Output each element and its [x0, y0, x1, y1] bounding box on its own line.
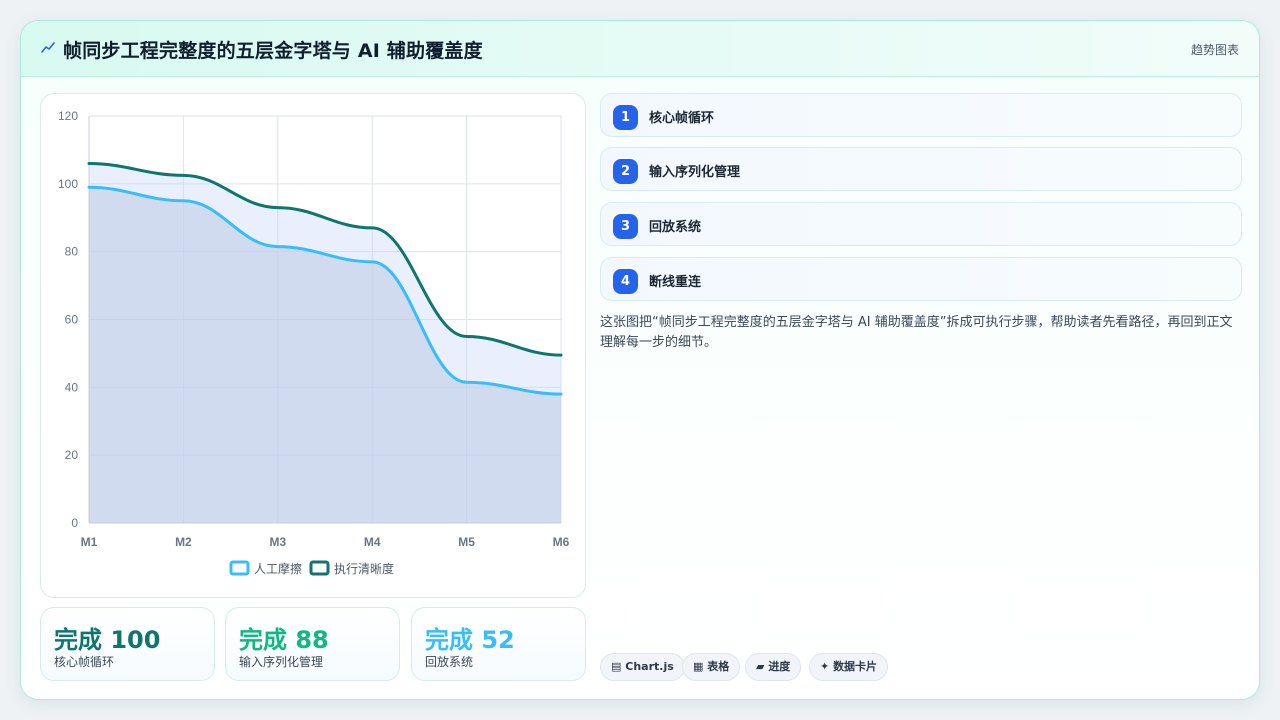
- stat-value: 完成 52: [425, 626, 515, 654]
- chip-table[interactable]: ▦ 表格: [682, 653, 741, 681]
- page-title: 帧同步工程完整度的五层金字塔与 AI 辅助覆盖度: [63, 40, 483, 62]
- legend-label-2: 执行清晰度: [334, 561, 394, 576]
- chip-data-card[interactable]: ✦ 数据卡片: [809, 653, 889, 681]
- chip-label: 进度: [768, 660, 791, 673]
- step-number-badge: 3: [613, 214, 638, 239]
- step-label: 回放系统: [649, 220, 702, 235]
- step-label: 断线重连: [649, 275, 702, 290]
- y-tick-label: 100: [58, 177, 78, 191]
- chip-progress[interactable]: ▰ 进度: [745, 653, 802, 681]
- chip-label: 表格: [707, 660, 730, 673]
- sparkle-icon: ✦: [820, 660, 830, 673]
- y-tick-label: 20: [65, 448, 79, 462]
- description-text: 这张图把“帧同步工程完整度的五层金字塔与 AI 辅助覆盖度”拆成可执行步骤，帮助…: [600, 315, 1233, 350]
- step-item-3[interactable]: 3 回放系统: [600, 202, 1242, 246]
- y-tick-label: 120: [58, 109, 78, 123]
- area-chart: 0 20 40 60 80 100 120 M1 M2 M3 M4 M5 M6 人工摩擦 执行清晰度: [58, 109, 570, 576]
- x-tick-label: M1: [81, 535, 98, 549]
- x-tick-label: M2: [175, 535, 192, 549]
- x-tick-label: M4: [364, 535, 381, 549]
- step-label: 输入序列化管理: [649, 165, 741, 180]
- step-label: 核心帧循环: [649, 111, 715, 126]
- chip-chartjs[interactable]: ▤ Chart.js: [600, 653, 685, 681]
- step-number-badge: 4: [613, 269, 638, 294]
- card-header: 帧同步工程完整度的五层金字塔与 AI 辅助覆盖度 趋势图表: [21, 21, 1259, 77]
- y-tick-label: 60: [65, 313, 79, 327]
- stat-label: 核心帧循环: [54, 655, 115, 669]
- table-icon: ▦: [693, 660, 704, 673]
- y-tick-label: 80: [65, 245, 79, 259]
- x-tick-label: M6: [553, 535, 570, 549]
- step-item-1[interactable]: 1 核心帧循环: [600, 93, 1242, 137]
- stat-card-2: 完成 88 输入序列化管理: [225, 607, 400, 681]
- x-tick-label: M3: [269, 535, 286, 549]
- stat-card-3: 完成 52 回放系统: [411, 607, 586, 681]
- legend-swatch-1: [229, 560, 250, 576]
- progress-icon: ▰: [756, 660, 765, 673]
- stat-card-1: 完成 100 核心帧循环: [40, 607, 215, 681]
- y-tick-label: 40: [65, 380, 79, 394]
- stat-label: 回放系统: [425, 655, 474, 669]
- step-number-badge: 1: [613, 105, 638, 130]
- legend-label-1: 人工摩擦: [254, 561, 302, 576]
- chart-panel: 0 20 40 60 80 100 120 M1 M2 M3 M4 M5 M6 人工摩擦 执行清晰度: [40, 93, 586, 598]
- dashboard-card: 帧同步工程完整度的五层金字塔与 AI 辅助覆盖度 趋势图表 0 20 40 60 80 1…: [20, 20, 1260, 700]
- stat-value: 完成 100: [54, 626, 161, 654]
- chart-type-tag: 趋势图表: [1190, 43, 1239, 57]
- chip-label: Chart.js: [625, 660, 674, 673]
- x-tick-label: M5: [458, 535, 475, 549]
- legend-swatch-2: [309, 560, 330, 576]
- stat-label: 输入序列化管理: [239, 655, 324, 669]
- chip-label: 数据卡片: [833, 660, 878, 673]
- chart-icon: ▤: [611, 660, 622, 673]
- stat-value: 完成 88: [239, 626, 329, 654]
- step-item-2[interactable]: 2 输入序列化管理: [600, 147, 1242, 191]
- step-number-badge: 2: [613, 159, 638, 184]
- trend-icon: [41, 42, 55, 53]
- y-tick-label: 0: [71, 516, 78, 530]
- step-item-4[interactable]: 4 断线重连: [600, 257, 1242, 301]
